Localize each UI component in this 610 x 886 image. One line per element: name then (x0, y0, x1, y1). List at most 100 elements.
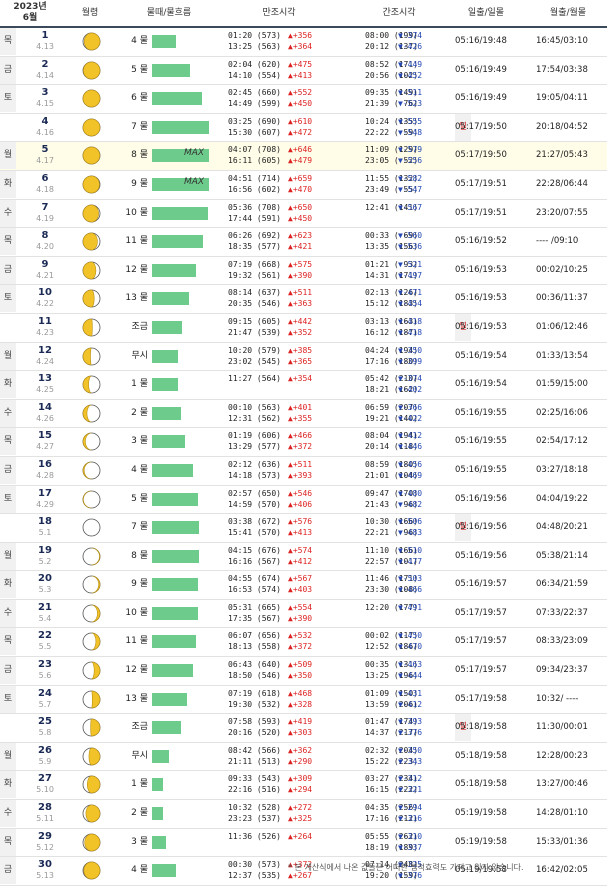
high-tide-times: 07:19 (618) 19:30 (532) (228, 688, 281, 710)
weekday-cell: 목 (0, 228, 16, 256)
sunrise-sunset: 05:16/19:55 (455, 464, 507, 475)
tide-strength-bar (152, 92, 202, 106)
low-tide-1-delta: ▼-350 (398, 745, 423, 755)
sunrise-sunset: 05:16/19:57 (455, 579, 507, 590)
weekday-cell: 금 (0, 857, 16, 885)
lunar-date: 4.27 (36, 442, 54, 452)
moon-phase-icon (82, 547, 101, 566)
high-tide-1-delta: ▲+576 (288, 517, 313, 527)
low-tide-deltas: ▼-567 (398, 202, 422, 213)
high-tide-times: 05:36 (708) 17:44 (591) (228, 202, 281, 224)
weekday-cell: 토 (0, 685, 16, 713)
low-tide-1-delta: ▼-480 (398, 488, 423, 498)
high-tide-times: 03:25 (690) 15:30 (607) (228, 116, 281, 138)
tide-strength-bar (152, 35, 176, 48)
tide-number: 1 물 (131, 779, 148, 790)
low-tide-1-delta: ▼-310 (398, 831, 423, 841)
low-tide-2-delta: ▼-477 (398, 556, 423, 566)
table-row: 월 12 4.24 무시 10:20 (579) 23:02 (545) ▲+38… (0, 342, 607, 372)
table-row: 금 2 4.14 5 물 02:04 (620) 14:10 (554) ▲+47… (0, 56, 607, 86)
tide-strength-bar (152, 635, 196, 649)
header-tide: 물때/물흐름 (146, 8, 192, 18)
high-tide-deltas: ▲+385 ▲+365 (288, 345, 312, 367)
table-row: 일 4 4.16 7 물 03:25 (690) 15:30 (607) ▲+61… (0, 113, 607, 143)
weekday-cell: 화 (0, 371, 16, 399)
solar-day: 30 (38, 859, 52, 871)
table-row: 수 7 4.19 10 물 05:36 (708) 17:44 (591) ▲+6… (0, 199, 607, 229)
table-row: 목 15 4.27 3 물 01:19 (606) 13:29 (577) ▲+4… (0, 428, 607, 457)
tide-strength-bar (152, 606, 198, 620)
high-tide-times: 10:20 (579) 23:02 (545) (228, 345, 281, 367)
high-tide-2: 16:56 (602) (228, 184, 281, 194)
sunrise-sunset: 05:16/19:54 (455, 379, 507, 390)
max-label: MAX (184, 176, 205, 187)
high-tide-1: 06:26 (692) (228, 231, 281, 241)
solar-day: 16 (38, 458, 52, 470)
solar-day: 20 (38, 573, 52, 585)
solar-day: 15 (38, 430, 52, 442)
high-tide-2-delta: ▲+393 (288, 470, 313, 480)
solar-day: 12 (38, 344, 52, 356)
header-high-tide: 만조시각 (262, 8, 296, 18)
low-tide-deltas: ▼-560 ▼-536 (398, 230, 422, 252)
high-tide-times: 04:51 (714) 16:56 (602) (228, 173, 281, 195)
table-row: 토 3 4.15 6 물 02:45 (660) 14:49 (599) ▲+55… (0, 85, 607, 114)
high-tide-times: 00:30 (573) 12:37 (535) (228, 859, 281, 881)
high-tide-times: 06:43 (640) 18:50 (546) (228, 659, 281, 681)
high-tide-2-delta: ▲+472 (288, 127, 313, 137)
low-tide-2-delta: ▼-452 (398, 70, 423, 80)
tide-number: 7 물 (131, 522, 148, 533)
tide-strength-bar (152, 835, 166, 849)
sunrise-sunset: 05:19/19:58 (455, 836, 507, 847)
low-tide-1-delta: ▼-503 (398, 574, 423, 584)
sunrise-sunset: 05:16/19:49 (455, 93, 507, 104)
table-row: 일 11 4.23 조금 09:15 (605) 21:47 (539) ▲+44… (0, 313, 607, 343)
low-tide-1-delta: ▼-582 (398, 173, 423, 183)
tide-strength-bar (152, 435, 185, 449)
high-tide-deltas: ▲+466 ▲+372 (288, 430, 312, 452)
high-tide-2: 23:02 (545) (228, 356, 281, 366)
moon-phase-icon (82, 690, 101, 709)
high-tide-deltas: ▲+419 ▲+303 (288, 716, 312, 738)
moonrise-moonset: 04:04/19:22 (536, 493, 588, 504)
solar-day: 1 (41, 30, 49, 41)
table-row: 화 6 4.18 9 물 MAX 04:51 (714) 16:56 (602) … (0, 170, 607, 200)
lunar-date: 4.19 (36, 213, 54, 223)
high-tide-2-delta: ▲+350 (288, 671, 313, 681)
low-tide-1-delta: ▼-350 (398, 345, 423, 355)
low-tide-deltas: ▼-579 ▼-556 (398, 144, 422, 166)
moonrise-moonset: 03:27/18:18 (536, 464, 588, 475)
moon-phase-icon (82, 146, 101, 165)
low-tide-2-delta: ▼-316 (398, 814, 423, 824)
high-tide-1-delta: ▲+362 (288, 745, 313, 755)
lunar-date: 5.7 (38, 699, 52, 709)
high-tide-1: 01:20 (573) (228, 31, 281, 40)
low-tide-2-delta: ▼-343 (398, 756, 423, 766)
weekday-cell: 목 (0, 28, 16, 55)
moonrise-moonset: 07:33/22:37 (536, 607, 588, 618)
lunar-date: 4.20 (36, 242, 54, 252)
weekday-cell: 목 (0, 628, 16, 656)
low-tide-deltas: ▼-350 ▼-399 (398, 345, 422, 367)
table-row: 월 26 5.9 무시 08:42 (566) 21:11 (513) ▲+362… (0, 742, 607, 772)
high-tide-2: 14:59 (570) (228, 499, 281, 509)
sunrise-sunset: 05:16/19:55 (455, 407, 507, 418)
weekday-cell: 수 (0, 199, 16, 227)
high-tide-2-delta: ▲+352 (288, 327, 313, 337)
lunar-date: 4.23 (36, 327, 54, 337)
moon-phase-icon (82, 175, 101, 194)
high-tide-2: 16:16 (567) (228, 556, 281, 566)
moonrise-moonset: 14:28/01:10 (536, 808, 588, 819)
high-tide-deltas: ▲+532 ▲+372 (288, 630, 312, 652)
lunar-date: 4.18 (36, 184, 54, 194)
high-tide-1-delta: ▲+356 (288, 31, 313, 40)
moon-phase-icon (82, 89, 101, 108)
tide-number: 13 물 (125, 693, 148, 704)
tide-number: 2 물 (131, 808, 148, 819)
moon-phase-icon (82, 833, 101, 852)
moonrise-moonset: 15:33/01:36 (536, 836, 588, 847)
moonrise-moonset: 05:38/21:14 (536, 550, 588, 561)
table-row: 화 20 5.3 9 물 04:55 (674) 16:53 (574) ▲+56… (0, 571, 607, 600)
low-tide-2-delta: ▼-548 (398, 127, 423, 137)
high-tide-times: 04:55 (674) 16:53 (574) (228, 573, 281, 595)
